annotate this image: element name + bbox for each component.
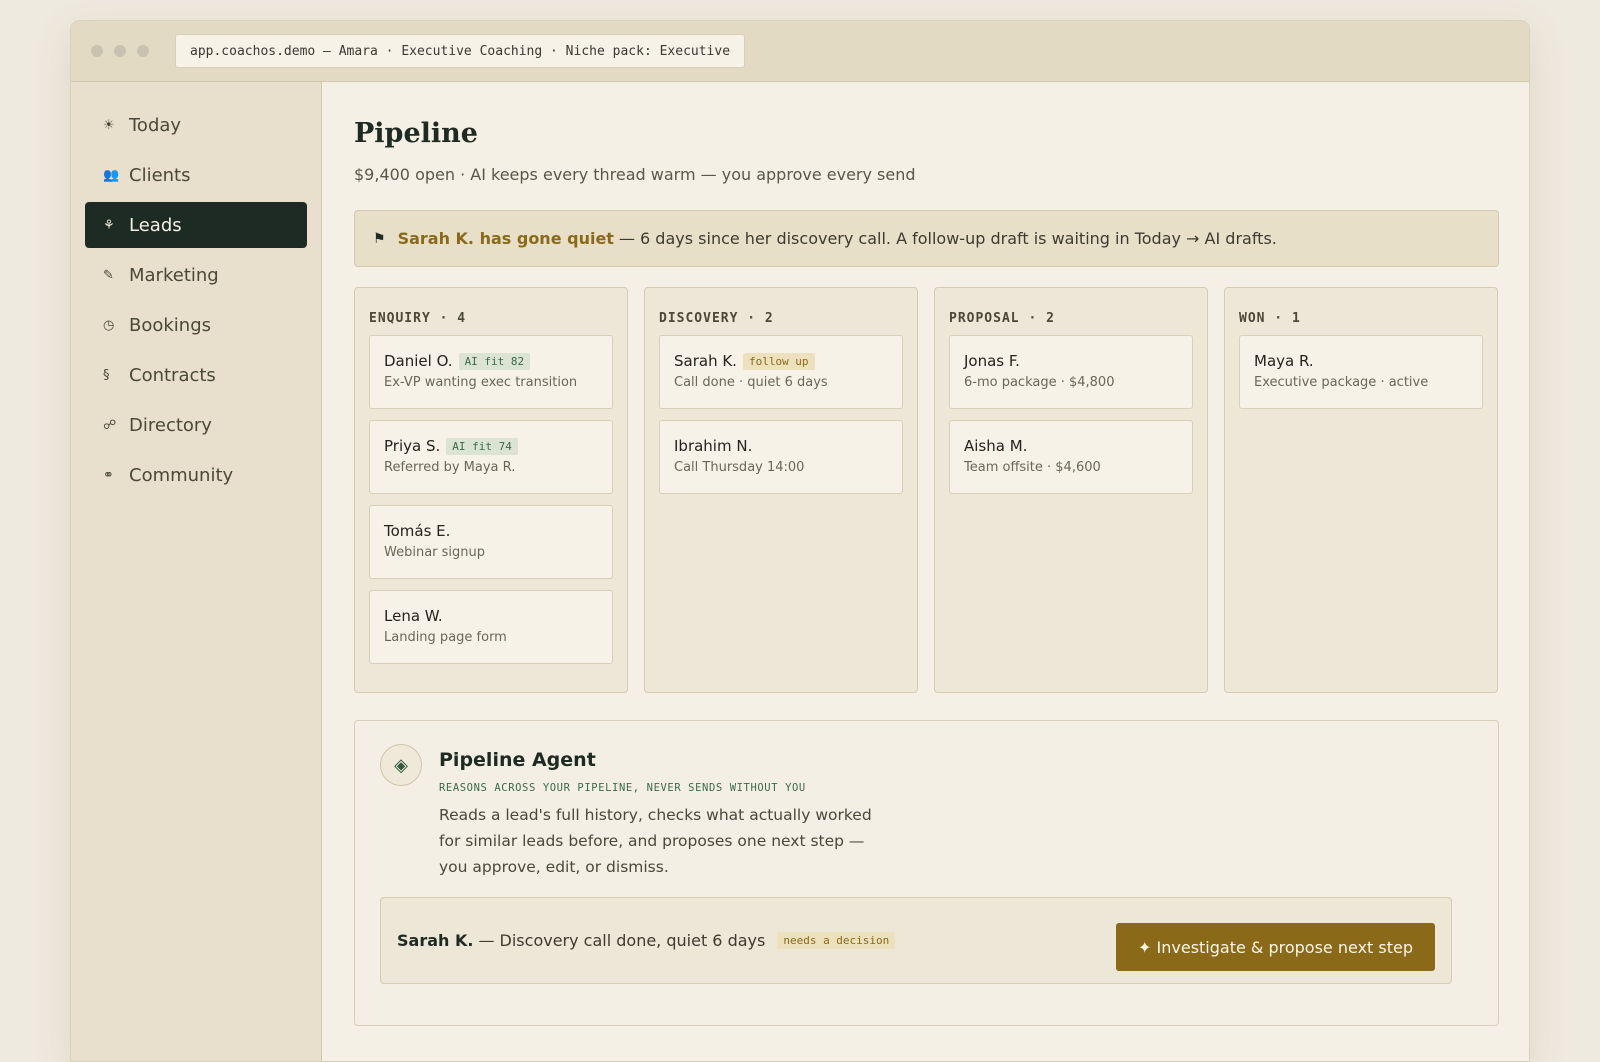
sidebar-item-leads[interactable]: ⚘ Leads [85, 202, 307, 248]
lead-name-row: Lena W. [384, 605, 598, 627]
investigate-propose-button[interactable]: ✦ Investigate & propose next step [1116, 923, 1435, 971]
decision-text: — Discovery call done, quiet 6 days [478, 931, 766, 950]
lead-card[interactable]: Sarah K. follow up Call done · quiet 6 day… [659, 335, 903, 409]
lead-description: Team offsite · $4,600 [964, 460, 1101, 475]
lead-name-row: Ibrahim N. [674, 435, 888, 457]
ai-fit-badge: AI fit 74 [446, 437, 518, 455]
lead-name-row: Maya R. [1254, 350, 1468, 372]
lead-card[interactable]: Tomás E. Webinar signup [369, 505, 613, 579]
sidebar: ☀ Today 👥 Clients ⚘ Leads ✎ Marketing ◷ Bookings §… [71, 82, 322, 1061]
sidebar-item-directory[interactable]: ☍ Directory [85, 402, 307, 448]
pipeline-column: ENQUIRY · 4 Daniel O. AI fit 82 Ex-VP wanti… [354, 287, 628, 693]
sidebar-item-marketing[interactable]: ✎ Marketing [85, 252, 307, 298]
needs-decision-badge: needs a decision [777, 932, 896, 949]
sidebar-icon-community: ⚭ [103, 467, 114, 483]
lead-name: Ibrahim N. [674, 437, 753, 455]
lead-name-row: Daniel O. AI fit 82 [384, 350, 598, 372]
sidebar-icon-today: ☀ [103, 117, 115, 133]
lead-description: Ex-VP wanting exec transition [384, 375, 578, 390]
sidebar-icon-directory: ☍ [103, 417, 117, 433]
main-content: Pipeline $9,400 open · AI keeps every th… [322, 82, 1529, 1061]
decision-row: Sarah K. — Discovery call done, quiet 6 … [380, 897, 1452, 984]
pipeline-board: ENQUIRY · 4 Daniel O. AI fit 82 Ex-VP wanti… [354, 287, 1499, 693]
sidebar-item-label: Contracts [129, 364, 216, 386]
address-bar[interactable]: app.coachos.demo — Amara · Executive Coa… [175, 34, 746, 68]
sidebar-item-contracts[interactable]: § Contracts [85, 352, 307, 398]
lead-name-row: Jonas F. [964, 350, 1178, 372]
column-header: PROPOSAL · 2 [949, 311, 1055, 326]
sidebar-item-label: Today [129, 114, 182, 136]
lead-card[interactable]: Daniel O. AI fit 82 Ex-VP wanting exec tra… [369, 335, 613, 409]
lead-description: Call done · quiet 6 days [674, 375, 828, 390]
flag-icon: ⚑ [373, 230, 386, 247]
sidebar-item-clients[interactable]: 👥 Clients [85, 152, 307, 198]
sidebar-icon-marketing: ✎ [103, 267, 114, 283]
lead-card[interactable]: Priya S. AI fit 74 Referred by Maya R. [369, 420, 613, 494]
page-title: Pipeline [354, 118, 478, 149]
ai-fit-badge: AI fit 82 [458, 352, 531, 370]
sidebar-item-label: Directory [129, 414, 212, 436]
lead-name: Maya R. [1254, 352, 1314, 370]
sidebar-item-label: Leads [129, 214, 182, 236]
lead-name-row: Sarah K. follow up [674, 350, 888, 372]
sidebar-icon-contracts: § [103, 367, 110, 383]
sidebar-item-bookings[interactable]: ◷ Bookings [85, 302, 307, 348]
sidebar-item-label: Bookings [129, 314, 212, 336]
app-window: app.coachos.demo — Amara · Executive Coa… [70, 20, 1530, 1062]
pipeline-agent-panel: ◈ Pipeline Agent REASONS ACROSS YOUR PIP… [354, 720, 1499, 1026]
pipeline-column: DISCOVERY · 2 Sarah K. follow up Call done … [644, 287, 918, 693]
column-header: WON · 1 [1239, 311, 1301, 326]
lead-name: Priya S. [384, 437, 441, 455]
agent-description: Reads a lead's full history, checks what… [439, 806, 872, 876]
lead-name-row: Priya S. AI fit 74 [384, 435, 598, 457]
lead-description: Webinar signup [384, 545, 486, 560]
alert-highlight[interactable]: Sarah K. has gone quiet [398, 229, 614, 248]
lead-description: Landing page form [384, 630, 507, 645]
lead-card[interactable]: Maya R. Executive package · active [1239, 335, 1483, 409]
lead-name-row: Aisha M. [964, 435, 1178, 457]
sidebar-icon-leads: ⚘ [103, 217, 115, 233]
lead-name-row: Tomás E. [384, 520, 598, 542]
quiet-lead-alert: ⚑ Sarah K. has gone quiet — 6 days since… [354, 210, 1499, 267]
decision-lead-name: Sarah K. [397, 931, 474, 950]
sidebar-icon-clients: 👥 [103, 167, 120, 183]
sidebar-icon-bookings: ◷ [103, 317, 115, 333]
lead-name: Lena W. [384, 607, 443, 625]
lead-description: Referred by Maya R. [384, 460, 516, 475]
window-maximize-dot[interactable] [137, 45, 149, 57]
pipeline-column: WON · 1 Maya R. Executive package · active [1224, 287, 1498, 693]
sidebar-item-label: Clients [129, 164, 191, 186]
alert-text: — 6 days since her discovery call. A fol… [618, 229, 1277, 248]
lead-name: Aisha M. [964, 437, 1028, 455]
title-bar: app.coachos.demo — Amara · Executive Coa… [71, 21, 1529, 82]
lead-description: Executive package · active [1254, 375, 1429, 390]
window-minimize-dot[interactable] [114, 45, 126, 57]
column-header: DISCOVERY · 2 [659, 311, 774, 326]
lead-name: Sarah K. [674, 352, 737, 370]
sidebar-item-today[interactable]: ☀ Today [85, 102, 307, 148]
agent-diamond-icon: ◈ [380, 744, 422, 786]
sidebar-item-label: Community [129, 464, 234, 486]
lead-card[interactable]: Lena W. Landing page form [369, 590, 613, 664]
sidebar-item-community[interactable]: ⚭ Community [85, 452, 307, 498]
lead-card[interactable]: Aisha M. Team offsite · $4,600 [949, 420, 1193, 494]
follow-up-badge: follow up [742, 352, 815, 370]
lead-card[interactable]: Ibrahim N. Call Thursday 14:00 [659, 420, 903, 494]
lead-name: Jonas F. [964, 352, 1020, 370]
agent-kicker: REASONS ACROSS YOUR PIPELINE, NEVER SEND… [439, 782, 806, 794]
lead-card[interactable]: Jonas F. 6-mo package · $4,800 [949, 335, 1193, 409]
page-subtitle: $9,400 open · AI keeps every thread warm… [354, 165, 916, 184]
sidebar-item-label: Marketing [129, 264, 219, 286]
lead-name: Daniel O. [384, 352, 453, 370]
lead-description: Call Thursday 14:00 [674, 460, 805, 475]
agent-body: Pipeline Agent REASONS ACROSS YOUR PIPEL… [439, 749, 879, 880]
pipeline-column: PROPOSAL · 2 Jonas F. 6-mo package · $4,80… [934, 287, 1208, 693]
window-close-dot[interactable] [91, 45, 103, 57]
lead-name: Tomás E. [384, 522, 451, 540]
column-header: ENQUIRY · 4 [369, 311, 467, 326]
lead-description: 6-mo package · $4,800 [964, 375, 1115, 390]
agent-title: Pipeline Agent [439, 749, 596, 771]
